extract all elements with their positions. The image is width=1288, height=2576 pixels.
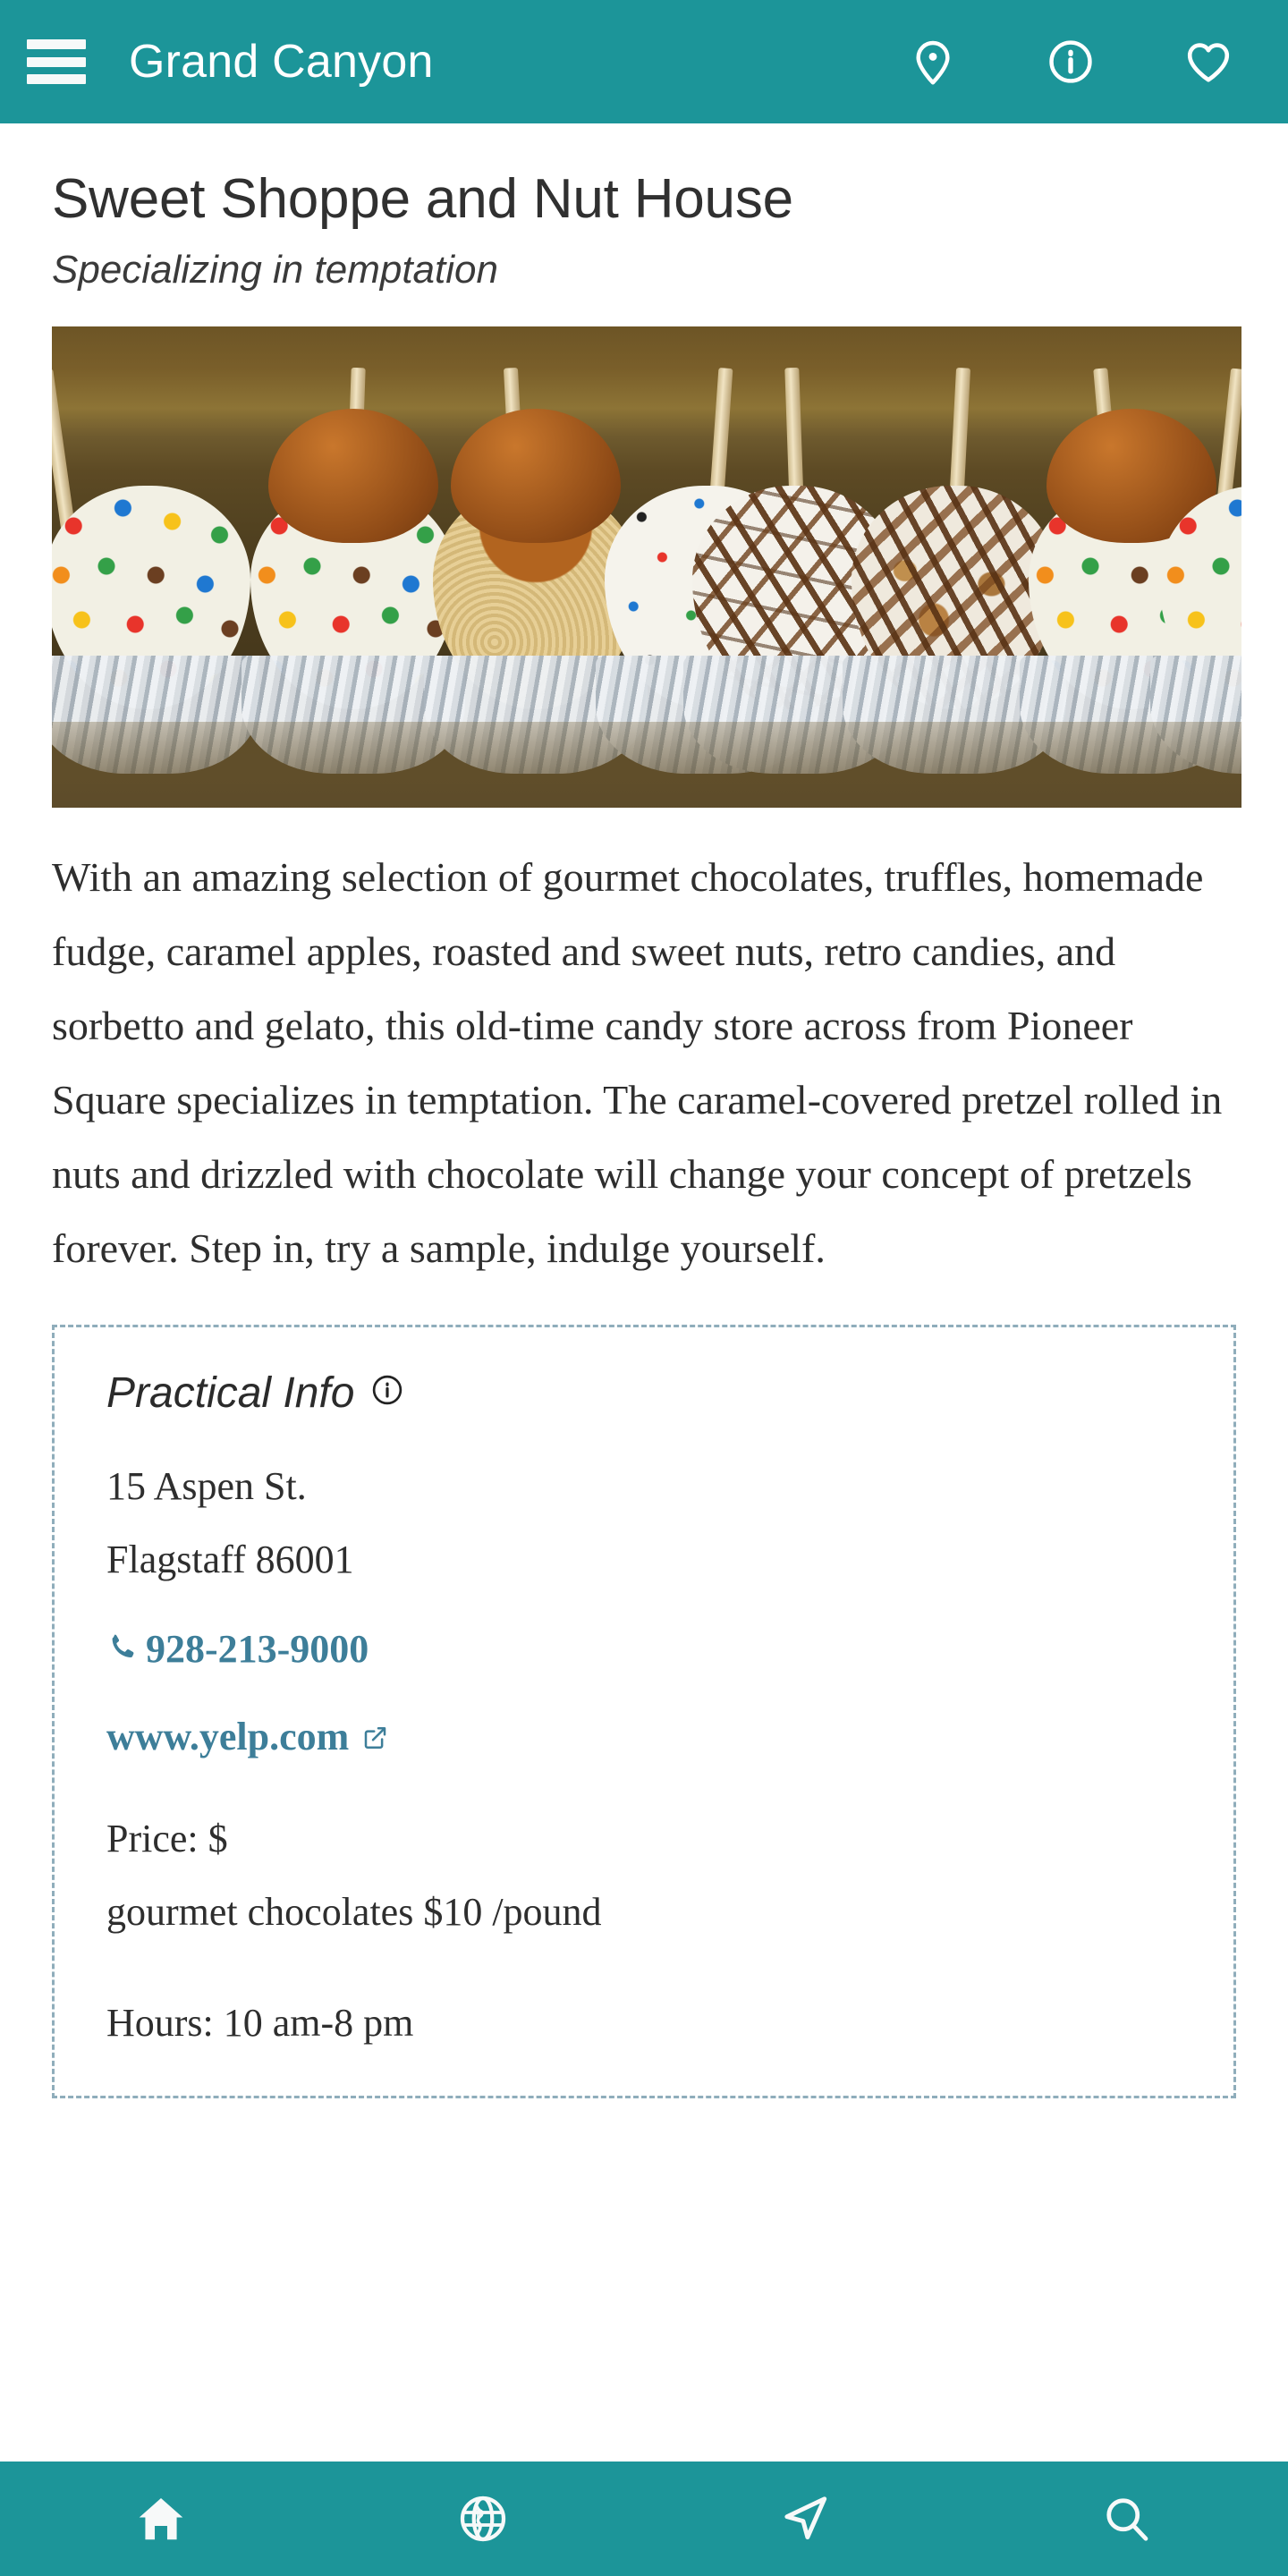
caramel-dip: [268, 408, 438, 543]
heart-icon[interactable]: [1182, 36, 1234, 88]
map-pin-icon[interactable]: [907, 36, 959, 88]
hamburger-bar: [27, 74, 86, 84]
address-line-1: 15 Aspen St.: [106, 1463, 307, 1508]
candy-apple: [52, 369, 265, 774]
home-icon[interactable]: [0, 2462, 322, 2576]
navigate-icon[interactable]: [644, 2462, 966, 2576]
address-line-2: Flagstaff 86001: [106, 1537, 354, 1581]
page-subtitle: Specializing in temptation: [52, 247, 498, 292]
display-shelf: [52, 721, 1241, 808]
app-root: Grand Canyon Sweet Shoppe and Nut House …: [0, 0, 1288, 2576]
hamburger-menu-icon[interactable]: [27, 39, 86, 84]
phone-number: 928-213-9000: [146, 1627, 369, 1672]
listing-photo: [52, 326, 1241, 808]
external-link-icon: [361, 1716, 388, 1761]
website-url: www.yelp.com: [106, 1715, 350, 1759]
hamburger-bar: [27, 56, 86, 67]
app-title: Grand Canyon: [129, 36, 434, 88]
page-title: Sweet Shoppe and Nut House: [52, 168, 793, 230]
practical-info-card: Practical Info 15 Aspen St. Flagstaff 86…: [52, 1324, 1236, 2098]
website-link[interactable]: www.yelp.com: [106, 1714, 1182, 1761]
hours-line: Hours: 10 am-8 pm: [106, 2000, 414, 2045]
top-app-bar: Grand Canyon: [0, 0, 1288, 123]
info-circle-icon[interactable]: [1045, 36, 1097, 88]
phone-icon: [106, 1627, 139, 1673]
hamburger-bar: [27, 39, 86, 49]
phone-link[interactable]: 928-213-9000: [106, 1627, 1182, 1673]
price-detail: gourmet chocolates $10 /pound: [106, 1889, 602, 1934]
price-block: Price: $ gourmet chocolates $10 /pound: [106, 1802, 1182, 1949]
globe-icon[interactable]: [322, 2462, 644, 2576]
bottom-navigation-bar: [0, 2462, 1288, 2576]
practical-info-heading-label: Practical Info: [106, 1368, 355, 1417]
candy-apple: [1145, 368, 1241, 774]
page-content: Sweet Shoppe and Nut House Specializing …: [0, 123, 1288, 2462]
search-icon[interactable]: [966, 2462, 1288, 2576]
app-bar-actions: [907, 36, 1234, 88]
description-text: With an amazing selection of gourmet cho…: [52, 853, 1223, 1271]
price-label: Price: $: [106, 1816, 228, 1860]
info-circle-icon[interactable]: [370, 1368, 404, 1418]
practical-info-heading: Practical Info: [106, 1368, 1182, 1418]
listing-description: With an amazing selection of gourmet cho…: [52, 840, 1236, 1285]
